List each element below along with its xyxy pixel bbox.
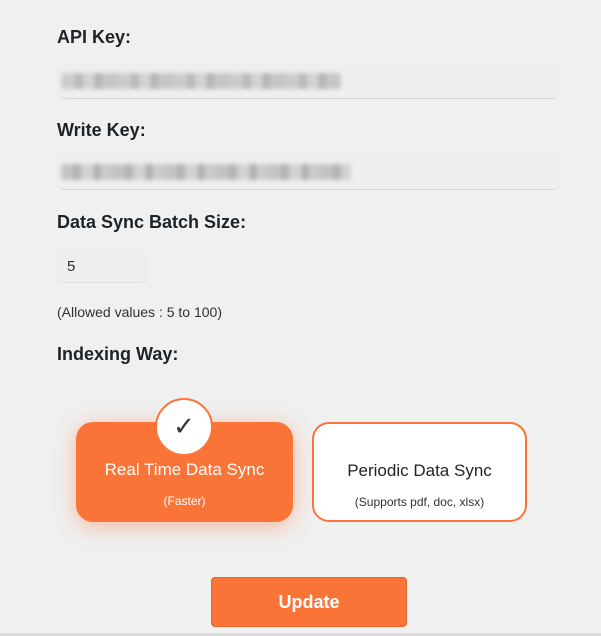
update-button[interactable]: Update xyxy=(211,577,407,627)
batch-size-label: Data Sync Batch Size: xyxy=(57,212,247,232)
indexing-way-label: Indexing Way: xyxy=(57,344,179,364)
write-key-label: Write Key: xyxy=(57,120,146,140)
batch-size-input[interactable] xyxy=(57,250,148,283)
write-key-redacted xyxy=(61,164,351,180)
settings-form: API Key: Write Key: Data Sync Batch Size… xyxy=(0,0,601,636)
batch-size-hint: (Allowed values : 5 to 100) xyxy=(57,304,222,320)
real-time-sync-subtitle: (Faster) xyxy=(163,494,206,508)
api-key-field[interactable] xyxy=(57,63,560,99)
periodic-sync-subtitle: (Supports pdf, doc, xlsx) xyxy=(354,495,485,509)
real-time-sync-title: Real Time Data Sync xyxy=(104,460,265,479)
write-key-field[interactable] xyxy=(57,154,560,190)
periodic-sync-title: Periodic Data Sync xyxy=(347,461,492,480)
check-icon: ✓ xyxy=(155,398,213,456)
api-key-redacted xyxy=(61,73,341,89)
periodic-sync-option[interactable]: Periodic Data Sync (Supports pdf, doc, x… xyxy=(312,422,527,522)
api-key-label: API Key: xyxy=(57,27,132,47)
